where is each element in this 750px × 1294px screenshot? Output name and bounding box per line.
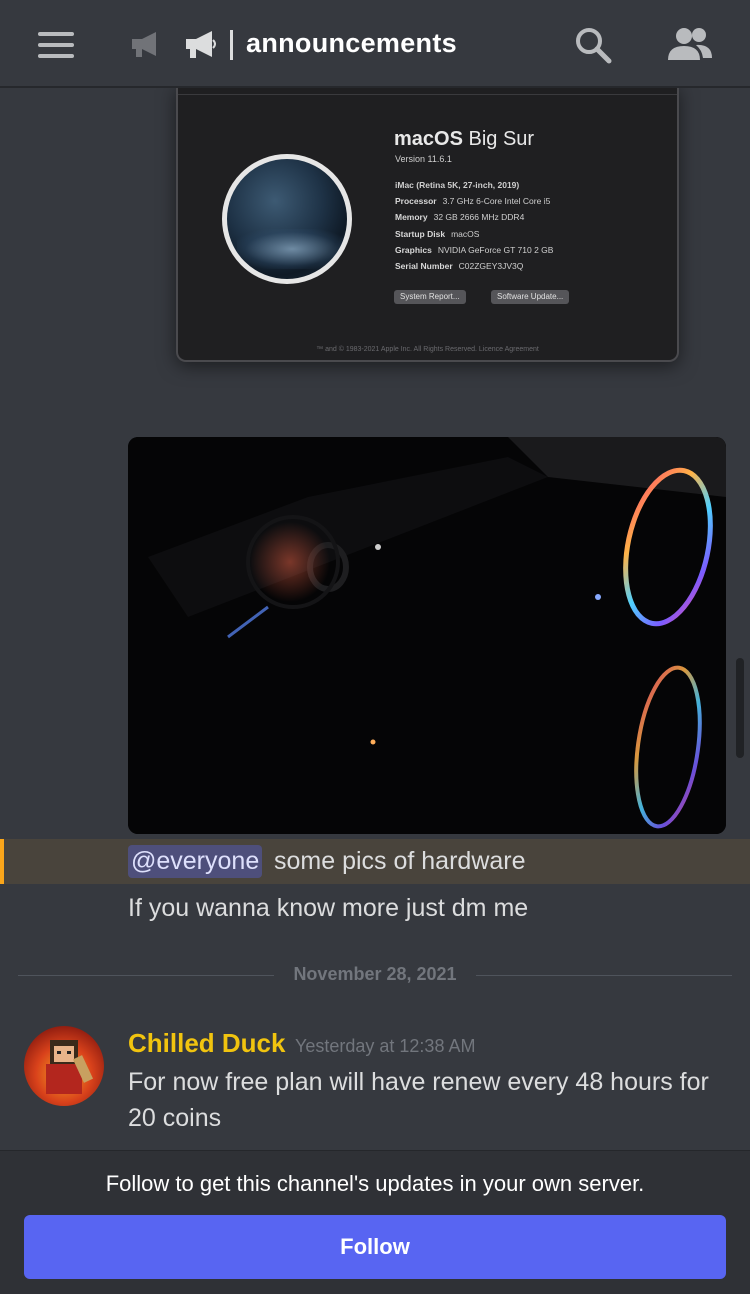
mention-highlight-row: @everyone some pics of hardware	[0, 839, 750, 884]
spec-serial: Serial Number C02ZGEY3JV3Q	[395, 261, 524, 271]
announcement-channel-icon	[186, 31, 216, 58]
message-timestamp: Yesterday at 12:38 AM	[295, 1036, 476, 1056]
macos-title: macOS Big Sur	[394, 128, 535, 150]
follow-hint-text: Follow to get this channel's updates in …	[105, 1171, 645, 1196]
mac-copyright: ™ and © 1983-2021 Apple Inc. All Rights …	[316, 346, 539, 353]
everyone-mention[interactable]: @everyone	[128, 845, 263, 878]
software-update-button: Software Update...	[491, 290, 570, 304]
spec-startup-disk: Startup Disk macOS	[395, 229, 480, 239]
hamburger-menu-icon[interactable]	[38, 32, 74, 58]
message-text: some pics of hardware	[274, 847, 526, 875]
spec-processor: Processor 3.7 GHz 6-Core Intel Core i5	[395, 196, 551, 206]
message-author[interactable]: Chilled Duck	[128, 1028, 285, 1059]
scrollbar[interactable]	[736, 658, 744, 758]
header-divider	[230, 30, 233, 60]
message-text: For now free plan will have renew every …	[128, 1068, 709, 1132]
macos-version: Version 11.6.1	[395, 154, 452, 164]
follow-footer: Follow to get this channel's updates in …	[0, 1150, 750, 1294]
follow-button[interactable]: Follow	[24, 1215, 726, 1279]
channel-header: announcements	[0, 0, 750, 88]
pc-case-photo	[128, 437, 726, 834]
megaphone-icon	[132, 32, 156, 57]
members-icon[interactable]	[666, 26, 714, 62]
date-divider: November 28, 2021	[18, 964, 732, 988]
mac-model: iMac (Retina 5K, 27-inch, 2019)	[395, 180, 520, 190]
search-icon[interactable]	[574, 26, 612, 64]
message-text: If you wanna know more just dm me	[128, 894, 529, 922]
image-attachment-pc-photo[interactable]	[128, 437, 726, 834]
system-report-button: System Report...	[394, 290, 466, 304]
message-list[interactable]: macOS Big Sur Version 11.6.1 iMac (Retin…	[0, 88, 750, 1150]
spec-graphics: Graphics NVIDIA GeForce GT 710 2 GB	[395, 245, 554, 255]
macos-big-sur-logo	[222, 154, 352, 284]
discord-app: announcements macOS Big Sur Version 11.6…	[0, 0, 750, 1294]
spec-memory: Memory 32 GB 2666 MHz DDR4	[395, 212, 525, 222]
avatar[interactable]	[24, 1026, 104, 1106]
image-attachment-macos-about[interactable]: macOS Big Sur Version 11.6.1 iMac (Retin…	[176, 88, 679, 362]
channel-name: announcements	[246, 28, 457, 58]
